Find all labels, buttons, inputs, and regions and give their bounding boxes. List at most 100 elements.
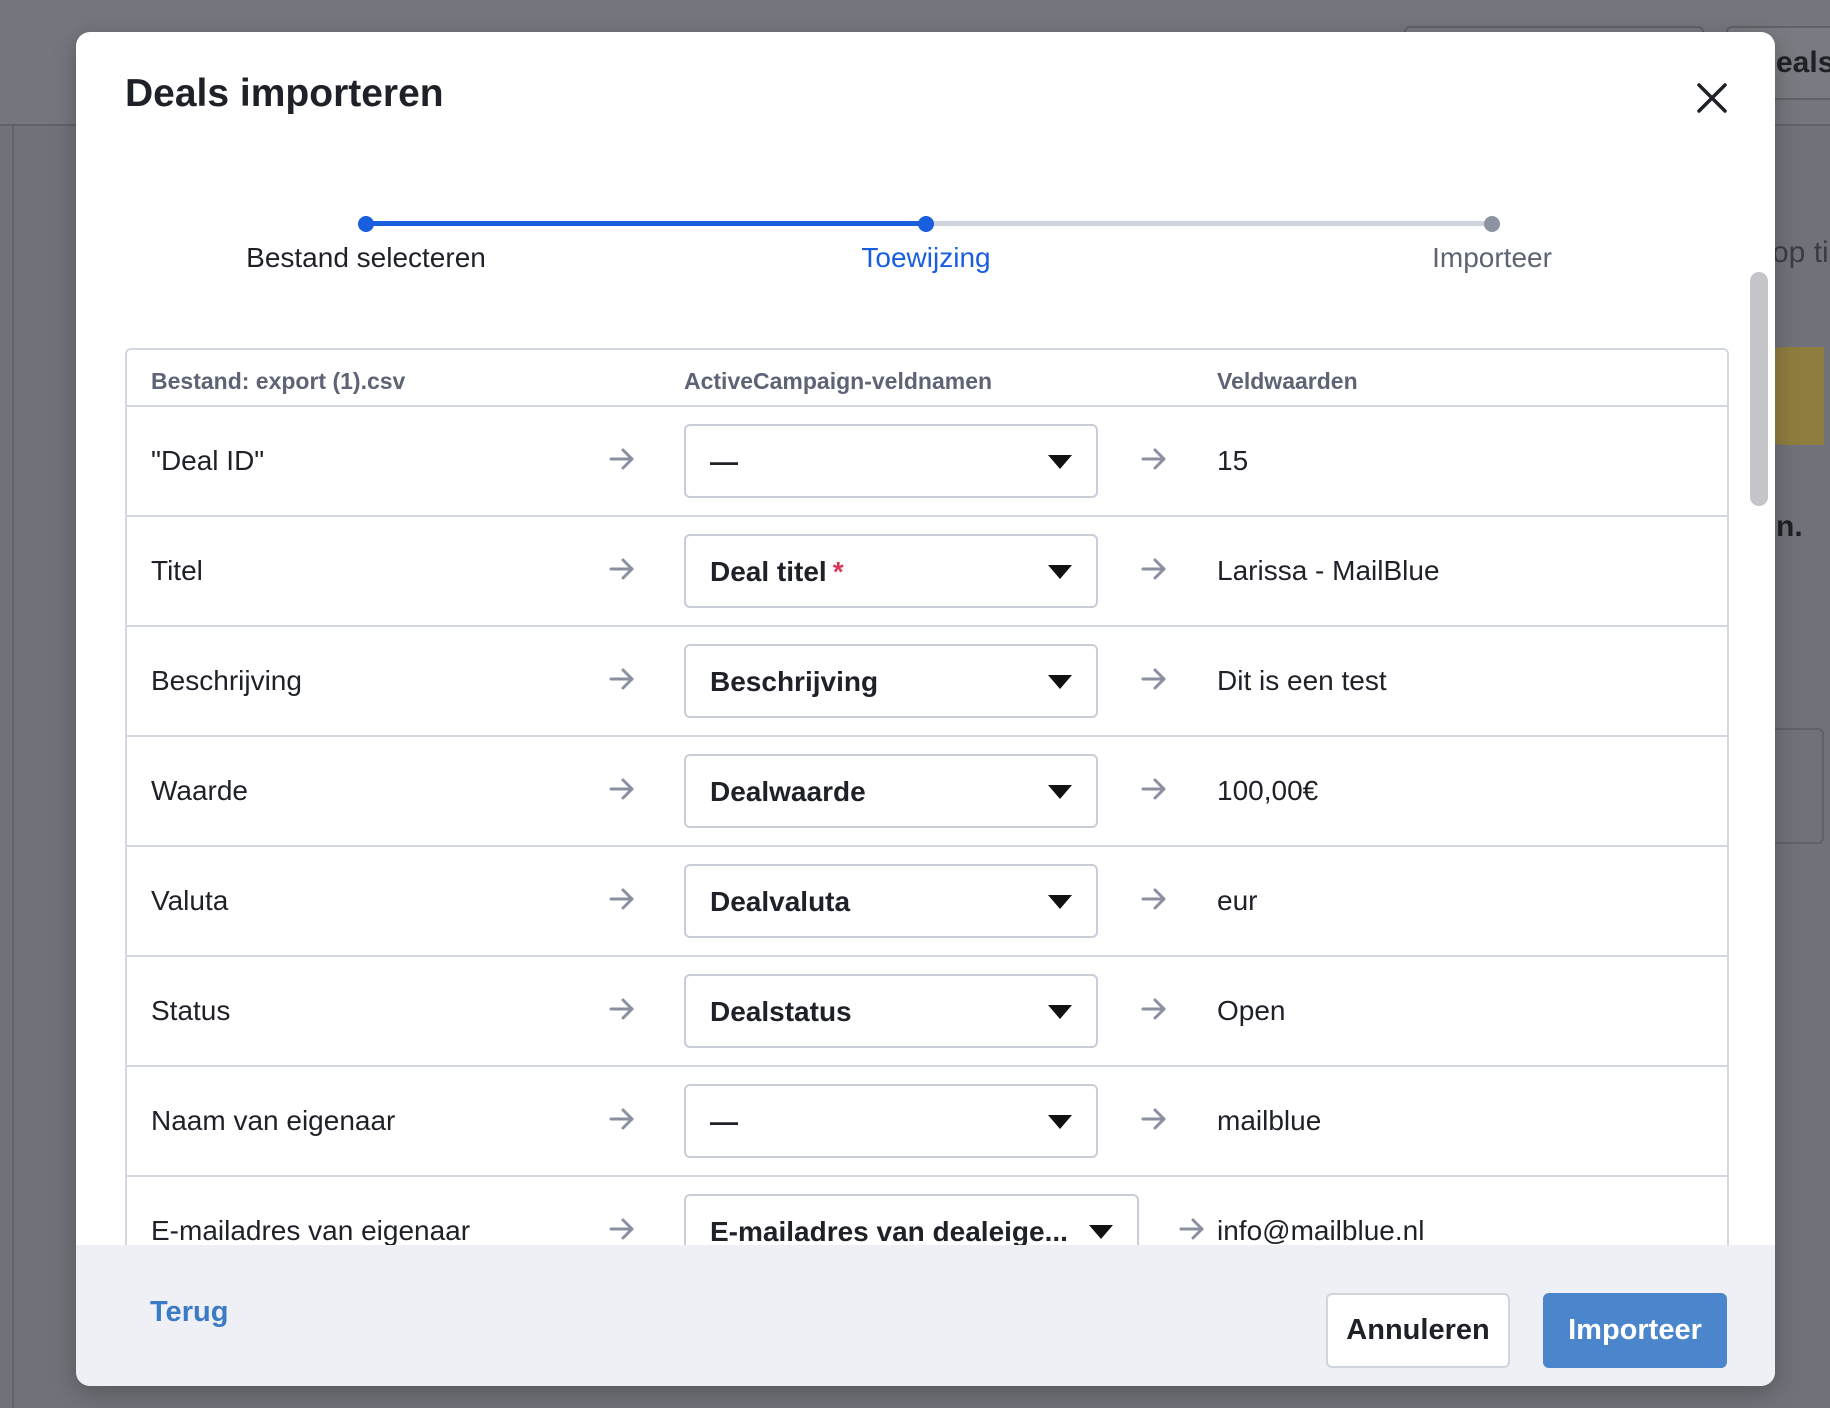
field-value: Open [1217,995,1286,1026]
background-text: op ti [1772,236,1829,269]
dropdown-selected-value: Dealwaarde [710,776,866,808]
arrow-right-icon [607,554,637,584]
modal-title: Deals importeren [125,72,444,115]
import-deals-modal: Deals importeren Bestand selecteren Toew… [76,32,1775,1386]
table-row: E-mailadres van eigenaar E-mailadres van… [127,1177,1727,1248]
step-dot-upcoming [1484,216,1500,232]
dropdown-label: — [710,1106,738,1137]
field-mapping-dropdown[interactable]: Beschrijving [684,644,1098,718]
table-row: Beschrijving Beschrijving Dit is een tes… [127,627,1727,737]
field-value: mailblue [1217,1105,1322,1136]
caret-down-icon [1089,1225,1113,1239]
caret-down-icon [1048,1115,1072,1129]
caret-down-icon [1048,455,1072,469]
background-text: n. [1776,510,1803,543]
source-column-name: Waarde [151,775,249,806]
arrow-right-icon [1139,554,1169,584]
arrow-right-icon [607,994,637,1024]
modal-footer: Terug Annuleren Importeer [76,1245,1775,1386]
caret-down-icon [1048,895,1072,909]
field-mapping-table: Bestand: export (1).csv ActiveCampaign-v… [125,348,1729,1248]
arrow-right-icon [607,774,637,804]
field-mapping-dropdown[interactable]: Dealvaluta [684,864,1098,938]
field-value: Larissa - MailBlue [1217,555,1440,586]
dropdown-selected-value: Dealvaluta [710,886,850,918]
field-value: 15 [1217,445,1249,476]
arrow-right-icon [607,1214,637,1244]
close-button[interactable] [1690,76,1734,120]
column-header-fields: ActiveCampaign-veldnamen [684,368,993,394]
step-label-mapping: Toewijzing [861,242,991,273]
field-value: 100,00€ [1217,775,1319,806]
import-button[interactable]: Importeer [1543,1293,1727,1368]
arrow-right-icon [607,444,637,474]
dropdown-selected-value: Deal titel * [710,556,844,588]
dropdown-label: Dealstatus [710,996,852,1027]
table-row: "Deal ID" — 15 [127,407,1727,517]
background-badge [1774,347,1824,445]
source-column-name: Titel [151,555,203,586]
column-header-file: Bestand: export (1).csv [151,368,406,394]
caret-down-icon [1048,565,1072,579]
source-column-name: Naam van eigenaar [151,1105,396,1136]
step-dot-done [358,216,374,232]
cancel-button[interactable]: Annuleren [1326,1293,1510,1368]
dropdown-selected-value: Dealstatus [710,996,852,1028]
arrow-right-icon [607,664,637,694]
dropdown-label: Dealwaarde [710,776,866,807]
step-label-select-file: Bestand selecteren [246,242,486,273]
background-button-label: eals [1776,46,1830,79]
field-mapping-dropdown[interactable]: Dealstatus [684,974,1098,1048]
source-column-name: Valuta [151,885,229,916]
caret-down-icon [1048,1005,1072,1019]
field-mapping-dropdown[interactable]: — [684,1084,1098,1158]
field-mapping-dropdown[interactable]: — [684,424,1098,498]
table-row: Status Dealstatus Open [127,957,1727,1067]
scrollbar-thumb[interactable] [1750,272,1768,506]
stepper-progress-line [366,221,926,226]
table-header: Bestand: export (1).csv ActiveCampaign-v… [127,350,1727,407]
column-header-values: Veldwaarden [1217,368,1358,394]
arrow-right-icon [607,884,637,914]
step-label-import: Importeer [1432,242,1552,273]
source-column-name: Beschrijving [151,665,302,696]
table-row: Waarde Dealwaarde 100,00€ [127,737,1727,847]
arrow-right-icon [1139,994,1169,1024]
dropdown-selected-value: — [710,446,738,478]
table-row: Titel Deal titel * Larissa - MailBlue [127,517,1727,627]
arrow-right-icon [1139,774,1169,804]
background-divider [12,126,14,1408]
step-dot-active [918,216,934,232]
field-mapping-dropdown[interactable]: E-mailadres van dealeige... [684,1194,1139,1248]
close-icon [1697,83,1727,113]
source-column-name: "Deal ID" [151,445,265,476]
arrow-right-icon [1177,1214,1207,1244]
field-mapping-dropdown[interactable]: Deal titel * [684,534,1098,608]
required-marker: * [832,556,844,587]
table-row: Valuta Dealvaluta eur [127,847,1727,957]
arrow-right-icon [1139,444,1169,474]
arrow-right-icon [1139,1104,1169,1134]
arrow-right-icon [607,1104,637,1134]
dropdown-label: — [710,446,738,477]
dropdown-label: Dealvaluta [710,886,851,917]
field-value: Dit is een test [1217,665,1387,696]
source-column-name: E-mailadres van eigenaar [151,1215,471,1246]
caret-down-icon [1048,675,1072,689]
dropdown-label: Deal titel [710,556,827,587]
arrow-right-icon [1139,664,1169,694]
field-value: eur [1217,885,1258,916]
dropdown-selected-value: E-mailadres van dealeige... [710,1216,1068,1248]
table-row: Naam van eigenaar — mailblue [127,1067,1727,1177]
field-mapping-dropdown[interactable]: Dealwaarde [684,754,1098,828]
dropdown-label: Beschrijving [710,666,879,697]
caret-down-icon [1048,785,1072,799]
back-link[interactable]: Terug [150,1296,228,1329]
arrow-right-icon [1139,884,1169,914]
background-panel [1768,728,1824,844]
stepper-remaining-line [926,221,1494,226]
source-column-name: Status [151,995,231,1026]
field-value: info@mailblue.nl [1217,1215,1425,1246]
dropdown-label: E-mailadres van dealeige... [710,1216,1068,1247]
dropdown-selected-value: — [710,1106,738,1138]
